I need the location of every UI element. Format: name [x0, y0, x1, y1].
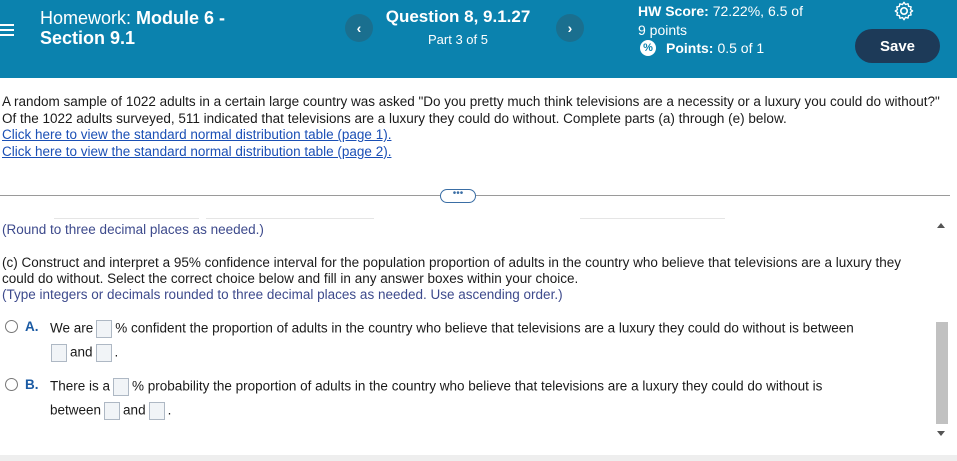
- expand-more-button[interactable]: •••: [440, 189, 476, 203]
- hw-score: HW Score: 72.22%, 6.5 of 9 points: [638, 2, 858, 40]
- lower-bound-input-b[interactable]: [104, 402, 121, 420]
- and-label-b: and: [123, 402, 146, 418]
- choice-b-text: There is a % probability the proportion o…: [50, 378, 930, 396]
- choice-a-letter: A.: [25, 319, 39, 334]
- lower-bound-input-a[interactable]: [51, 344, 67, 362]
- choice-b-letter: B.: [25, 377, 39, 392]
- question-intro: A random sample of 1022 adults in a cert…: [2, 94, 952, 160]
- settings-gear-icon[interactable]: [893, 0, 915, 22]
- header-bar: Homework: Module 6 - Section 9.1 ‹ Quest…: [0, 0, 957, 78]
- normal-table-link-page-2[interactable]: Click here to view the standard normal d…: [2, 144, 391, 161]
- previous-answer-line: [206, 218, 374, 219]
- hw-score-points: 9 points: [638, 22, 688, 38]
- and-label-a: and: [70, 344, 93, 360]
- save-button[interactable]: Save: [855, 29, 940, 63]
- scroll-down-icon[interactable]: [937, 431, 945, 436]
- choice-a-radio[interactable]: [5, 320, 18, 333]
- scroll-up-icon[interactable]: [937, 223, 945, 228]
- section-name: Section 9.1: [40, 28, 136, 48]
- question-title: Question 8, 9.1.27: [385, 7, 531, 26]
- choice-a-mid: % confident the proportion of adults in …: [115, 320, 854, 336]
- confidence-level-input-a[interactable]: [96, 320, 113, 338]
- next-question-button[interactable]: ›: [556, 14, 584, 42]
- chevron-right-icon: ›: [567, 20, 573, 36]
- question-part: Part 3 of 5: [428, 32, 488, 47]
- choice-a-pre: We are: [50, 320, 94, 336]
- part-c-prompt: (c) Construct and interpret a 95% confid…: [2, 255, 902, 286]
- partial-credit-icon: %: [640, 40, 656, 56]
- choice-b-pre: There is a: [50, 378, 111, 394]
- period-b: .: [167, 402, 172, 418]
- bottom-bar: [0, 455, 957, 461]
- previous-answer-line: [54, 218, 199, 219]
- hw-score-value: 72.22%, 6.5 of: [712, 3, 803, 19]
- choice-b-bounds: between and.: [50, 402, 171, 420]
- assignment-name: Module 6 -: [136, 8, 226, 28]
- question-text: A random sample of 1022 adults in a cert…: [2, 94, 940, 126]
- choice-b-mid: % probability the proportion of adults i…: [132, 378, 823, 394]
- hamburger-menu-icon[interactable]: [0, 22, 14, 38]
- points-label: Points:: [666, 40, 714, 56]
- points-value: 0.5 of 1: [717, 40, 765, 56]
- upper-bound-input-b[interactable]: [148, 402, 165, 420]
- period-a: .: [114, 344, 119, 360]
- assignment-label: Homework:: [40, 8, 132, 28]
- question-points: % Points: 0.5 of 1: [640, 40, 764, 56]
- previous-answer-line: [580, 218, 725, 219]
- between-label-b: between: [50, 402, 102, 418]
- choice-a-bounds: and.: [48, 344, 118, 362]
- type-note: (Type integers or decimals rounded to th…: [2, 287, 563, 302]
- upper-bound-input-a[interactable]: [95, 344, 112, 362]
- probability-input-b[interactable]: [113, 378, 130, 396]
- normal-table-link-page-1[interactable]: Click here to view the standard normal d…: [2, 127, 391, 144]
- scrollbar-thumb[interactable]: [936, 322, 948, 424]
- hw-score-label: HW Score:: [638, 3, 709, 19]
- question-content: (Round to three decimal places as needed…: [2, 222, 932, 303]
- round-note: (Round to three decimal places as needed…: [2, 222, 264, 237]
- choice-b-radio[interactable]: [5, 378, 18, 391]
- choice-a-text: We are % confident the proportion of adul…: [50, 320, 930, 338]
- chevron-left-icon: ‹: [356, 20, 362, 36]
- assignment-title: Homework: Module 6 - Section 9.1: [40, 8, 280, 48]
